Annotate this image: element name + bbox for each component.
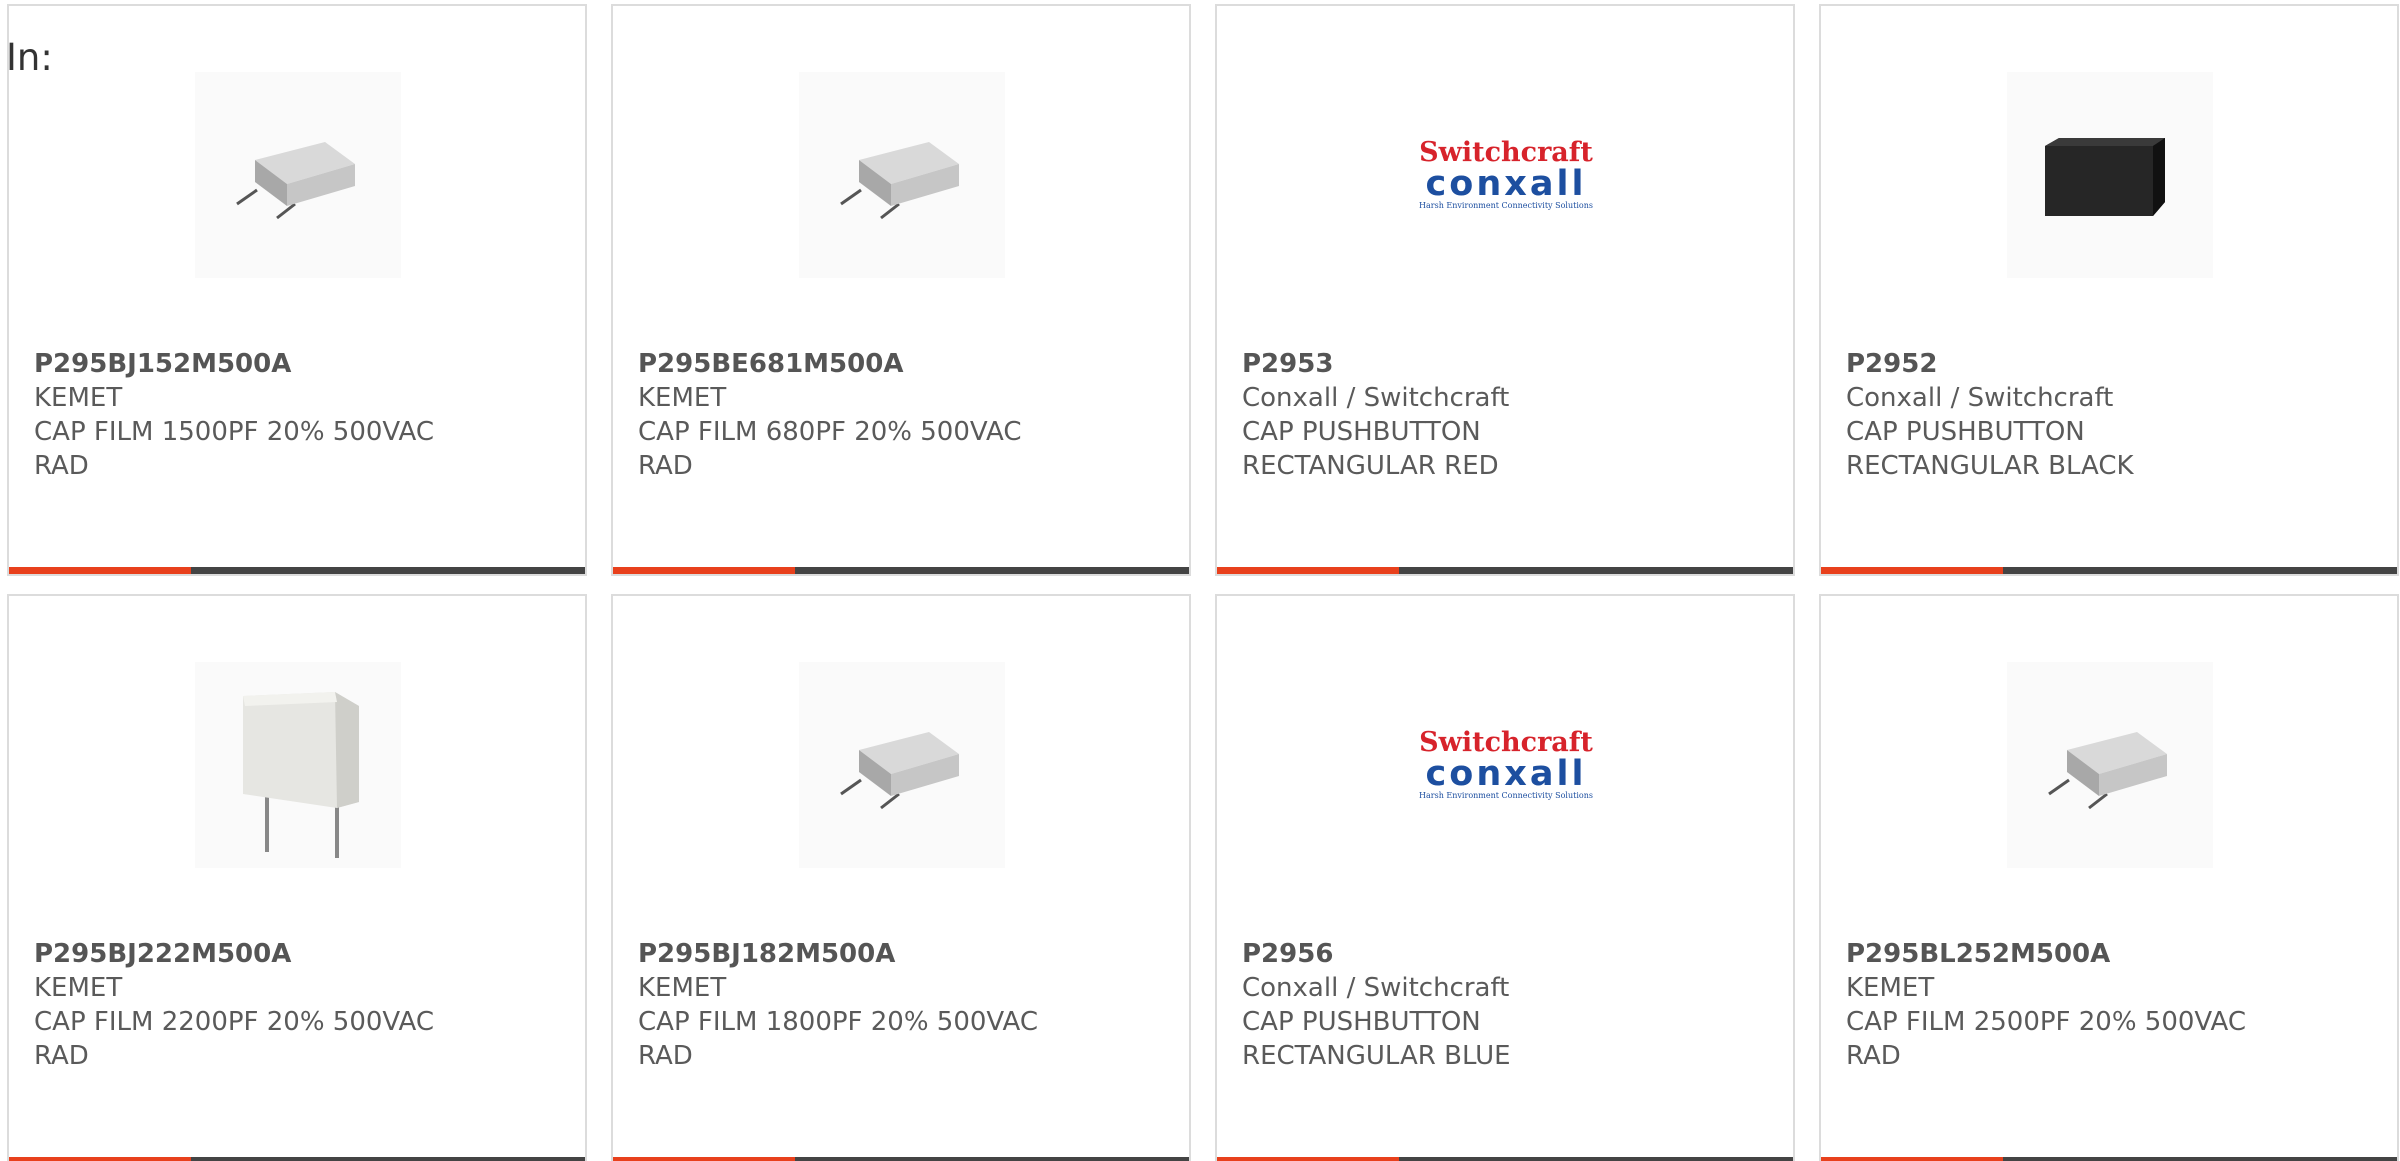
card-accent-bar: [1217, 1157, 1399, 1161]
logo-conxall-text: conxall: [1425, 164, 1587, 204]
kemet-capacitor-image: [243, 692, 359, 858]
card-bottom-bar: [1217, 567, 1793, 574]
part-number-link[interactable]: P295BJ152M500A: [34, 347, 565, 381]
filter-in-label: In:: [6, 36, 53, 79]
part-number-link[interactable]: P295BE681M500A: [638, 347, 1169, 381]
manufacturer: Conxall / Switchcraft: [1242, 973, 1510, 1003]
switchcraft-conxall-logo: Switchcraft conxall Harsh Environment Co…: [1403, 72, 1609, 278]
product-info: P2952 Conxall / Switchcraft CAP PUSHBUTT…: [1846, 347, 2377, 483]
card-accent-bar: [1217, 567, 1399, 574]
description-line-1: CAP PUSHBUTTON: [1242, 417, 1481, 447]
product-grid-page: In: P295BJ152M500A KEMET CAP FILM 1500PF…: [0, 0, 2400, 1161]
part-number-link[interactable]: P295BJ222M500A: [34, 937, 565, 971]
description-line-2: RECTANGULAR BLACK: [1846, 451, 2134, 481]
logo-tagline: Harsh Environment Connectivity Solutions: [1419, 201, 1593, 210]
product-image[interactable]: [195, 72, 401, 278]
description-line-1: CAP FILM 1500PF 20% 500VAC: [34, 417, 435, 447]
description-line-1: CAP PUSHBUTTON: [1242, 1007, 1481, 1037]
manufacturer: KEMET: [34, 383, 123, 413]
part-number-link[interactable]: P295BJ182M500A: [638, 937, 1169, 971]
product-info: P295BE681M500A KEMET CAP FILM 680PF 20% …: [638, 347, 1169, 483]
card-accent-bar: [613, 567, 795, 574]
logo-conxall-text: conxall: [1425, 754, 1587, 794]
description-line-1: CAP FILM 680PF 20% 500VAC: [638, 417, 1022, 447]
card-accent-bar: [1821, 567, 2003, 574]
product-card[interactable]: P295BJ222M500A KEMET CAP FILM 2200PF 20%…: [7, 594, 587, 1161]
film-capacitor-image: [840, 142, 959, 220]
product-info: P295BJ222M500A KEMET CAP FILM 2200PF 20%…: [34, 937, 565, 1073]
product-info: P2956 Conxall / Switchcraft CAP PUSHBUTT…: [1242, 937, 1773, 1073]
film-capacitor-image: [236, 142, 355, 220]
product-card[interactable]: Switchcraft conxall Harsh Environment Co…: [1215, 4, 1795, 576]
description-line-2: RECTANGULAR RED: [1242, 451, 1499, 481]
switchcraft-conxall-logo: Switchcraft conxall Harsh Environment Co…: [1403, 662, 1609, 868]
description-line-1: CAP FILM 1800PF 20% 500VAC: [638, 1007, 1039, 1037]
product-card[interactable]: P295BL252M500A KEMET CAP FILM 2500PF 20%…: [1819, 594, 2399, 1161]
product-image[interactable]: Switchcraft conxall Harsh Environment Co…: [1403, 662, 1609, 868]
product-image[interactable]: [799, 72, 1005, 278]
product-card[interactable]: P2952 Conxall / Switchcraft CAP PUSHBUTT…: [1819, 4, 2399, 576]
part-number-link[interactable]: P2953: [1242, 347, 1773, 381]
logo-switchcraft-text: Switchcraft: [1419, 727, 1593, 758]
product-card[interactable]: Switchcraft conxall Harsh Environment Co…: [1215, 594, 1795, 1161]
description-line-2: RAD: [34, 1041, 89, 1071]
product-image[interactable]: Switchcraft conxall Harsh Environment Co…: [1403, 72, 1609, 278]
card-bottom-bar: [613, 1157, 1189, 1161]
manufacturer: KEMET: [638, 383, 727, 413]
product-info: P295BL252M500A KEMET CAP FILM 2500PF 20%…: [1846, 937, 2377, 1073]
card-bottom-bar: [1821, 1157, 2397, 1161]
description-line-2: RECTANGULAR BLUE: [1242, 1041, 1511, 1071]
product-image[interactable]: [2007, 662, 2213, 868]
product-card[interactable]: P295BJ182M500A KEMET CAP FILM 1800PF 20%…: [611, 594, 1191, 1161]
description-line-2: RAD: [34, 451, 89, 481]
card-bottom-bar: [1821, 567, 2397, 574]
product-grid: P295BJ152M500A KEMET CAP FILM 1500PF 20%…: [7, 4, 2399, 1161]
manufacturer: KEMET: [34, 973, 123, 1003]
part-number-link[interactable]: P295BL252M500A: [1846, 937, 2377, 971]
film-capacitor-image: [2048, 732, 2167, 810]
logo-tagline: Harsh Environment Connectivity Solutions: [1419, 791, 1593, 800]
manufacturer: Conxall / Switchcraft: [1846, 383, 2114, 413]
card-accent-bar: [613, 1157, 795, 1161]
product-info: P2953 Conxall / Switchcraft CAP PUSHBUTT…: [1242, 347, 1773, 483]
description-line-2: RAD: [638, 1041, 693, 1071]
card-bottom-bar: [1217, 1157, 1793, 1161]
manufacturer: KEMET: [638, 973, 727, 1003]
description-line-1: CAP PUSHBUTTON: [1846, 417, 2085, 447]
product-image[interactable]: [799, 662, 1005, 868]
card-bottom-bar: [9, 1157, 585, 1161]
product-image[interactable]: [2007, 72, 2213, 278]
card-bottom-bar: [613, 567, 1189, 574]
description-line-2: RAD: [1846, 1041, 1901, 1071]
card-bottom-bar: [9, 567, 585, 574]
card-accent-bar: [1821, 1157, 2003, 1161]
description-line-1: CAP FILM 2200PF 20% 500VAC: [34, 1007, 435, 1037]
description-line-1: CAP FILM 2500PF 20% 500VAC: [1846, 1007, 2247, 1037]
description-line-2: RAD: [638, 451, 693, 481]
product-info: P295BJ182M500A KEMET CAP FILM 1800PF 20%…: [638, 937, 1169, 1073]
part-number-link[interactable]: P2956: [1242, 937, 1773, 971]
product-card[interactable]: P295BE681M500A KEMET CAP FILM 680PF 20% …: [611, 4, 1191, 576]
part-number-link[interactable]: P2952: [1846, 347, 2377, 381]
product-info: P295BJ152M500A KEMET CAP FILM 1500PF 20%…: [34, 347, 565, 483]
card-accent-bar: [9, 567, 191, 574]
logo-switchcraft-text: Switchcraft: [1419, 137, 1593, 168]
product-image[interactable]: [195, 662, 401, 868]
card-accent-bar: [9, 1157, 191, 1161]
product-card[interactable]: P295BJ152M500A KEMET CAP FILM 1500PF 20%…: [7, 4, 587, 576]
black-pushbutton-cap-image: [2045, 138, 2165, 216]
manufacturer: Conxall / Switchcraft: [1242, 383, 1510, 413]
film-capacitor-image: [840, 732, 959, 810]
manufacturer: KEMET: [1846, 973, 1935, 1003]
